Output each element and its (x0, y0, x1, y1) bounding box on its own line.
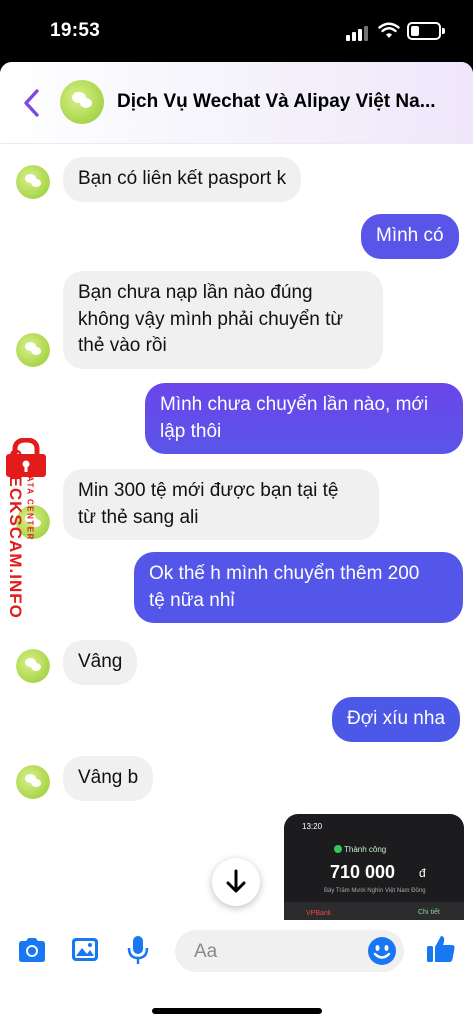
contact-avatar[interactable] (60, 80, 104, 124)
message-bubble[interactable]: Vâng (63, 640, 138, 685)
message-bubble[interactable]: Bạn chưa nạp lần nào đúng không vậy mình… (63, 271, 383, 369)
message-avatar (16, 333, 50, 367)
message-avatar (16, 165, 50, 199)
status-time: 19:53 (50, 20, 101, 41)
attachment-status: Thành công (344, 845, 387, 854)
attachment-detail-link: Chi tiết (418, 909, 440, 916)
chat-header: Dịch Vụ Wechat Và Alipay Việt Na... (0, 62, 473, 144)
message-bubble[interactable]: Vâng b (63, 756, 154, 801)
gallery-icon[interactable] (70, 935, 100, 965)
attachment-bank: VPBank (306, 910, 332, 917)
home-indicator (152, 1008, 322, 1014)
message-bubble[interactable]: Mình chưa chuyển lần nào, mới lập thôi (145, 383, 463, 454)
arrow-down-icon (226, 869, 246, 893)
watermark: DATA CENTER CHECKSCAM.INFO (0, 436, 52, 668)
message-bubble[interactable]: Ok thế h mình chuyển thêm 200 tệ nữa nhỉ (134, 552, 463, 623)
message-bubble[interactable]: Mình có (361, 214, 459, 259)
scroll-to-bottom-button[interactable] (212, 858, 260, 906)
back-arrow-icon[interactable] (18, 86, 48, 120)
message-bubble[interactable]: Min 300 tệ mới được bạn tại tệ từ thẻ sa… (63, 469, 379, 540)
attachment-amount: 710 000 (330, 862, 396, 882)
message-input-placeholder: Aa (194, 941, 218, 962)
attachment-time: 13:20 (302, 822, 323, 831)
cellular-signal-icon (346, 26, 368, 41)
microphone-icon[interactable] (126, 934, 150, 966)
watermark-line2: CHECKSCAM.INFO (6, 449, 25, 619)
battery-icon (407, 22, 445, 40)
thumbs-up-icon[interactable] (425, 933, 457, 965)
wifi-icon (378, 22, 400, 38)
messenger-sheet: Dịch Vụ Wechat Và Alipay Việt Na... Bạn … (0, 62, 473, 1024)
camera-icon[interactable] (16, 935, 48, 965)
status-bar: 19:53 (0, 0, 473, 62)
message-bubble[interactable]: Bạn có liên kết pasport k (63, 157, 302, 202)
watermark-line1: DATA CENTER (25, 468, 35, 541)
message-bubble[interactable]: Đợi xíu nha (332, 697, 461, 742)
attachment-currency: đ (419, 866, 426, 880)
contact-name[interactable]: Dịch Vụ Wechat Và Alipay Việt Na... (117, 91, 467, 113)
attachment-amount-words: Bảy Trăm Mười Nghìn Việt Nam Đồng (324, 888, 426, 894)
emoji-icon[interactable] (367, 936, 397, 966)
success-icon (334, 845, 342, 853)
message-input[interactable]: Aa (175, 930, 404, 972)
message-avatar (16, 765, 50, 799)
